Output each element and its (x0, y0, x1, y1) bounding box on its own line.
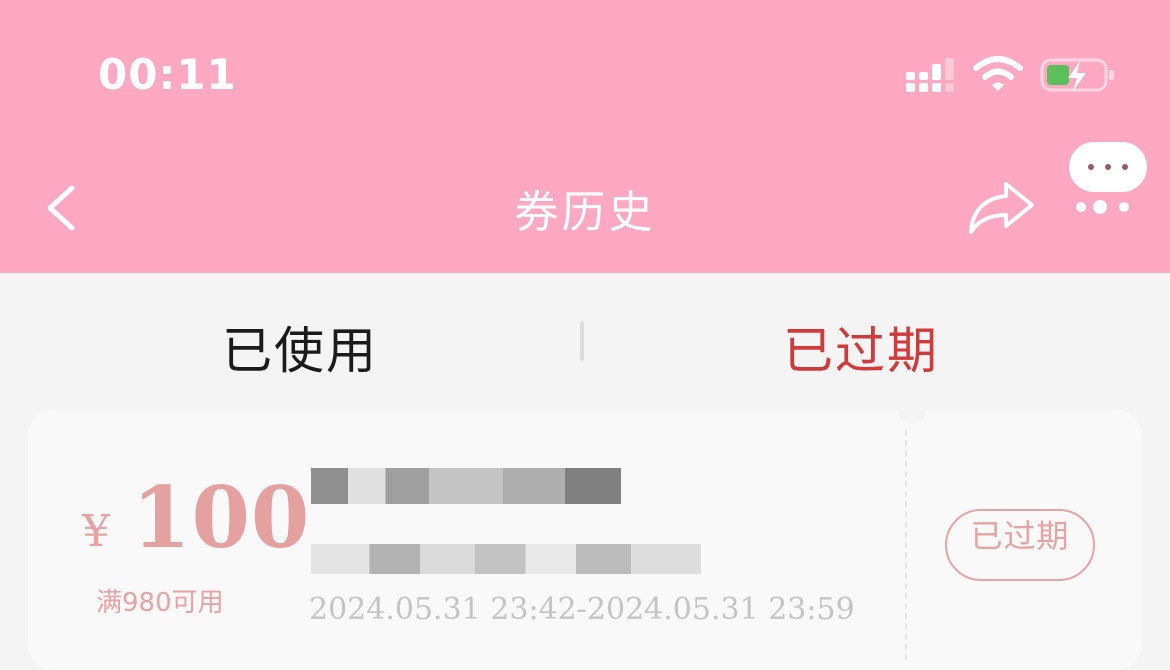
tab-bar: 已使用 已过期 (0, 273, 1170, 413)
coupon-amount: 100 (132, 468, 311, 567)
coupon-validity: 2024.05.31 23:42-2024.05.31 23:59 (309, 592, 855, 627)
currency-symbol: ¥ (82, 506, 110, 557)
share-icon[interactable] (966, 178, 1038, 236)
tab-divider (580, 321, 584, 361)
signal-icon (906, 58, 954, 92)
coupon-condition: 满980可用 (96, 588, 224, 618)
redacted-coupon-scope (311, 544, 701, 574)
wifi-icon (973, 56, 1023, 91)
redacted-coupon-name (311, 468, 621, 504)
app-header: 00:11 券历史 (0, 0, 1170, 273)
tab-expired[interactable]: 已过期 (783, 311, 939, 383)
status-time: 00:11 (98, 50, 237, 99)
status-badge: 已过期 (945, 509, 1095, 581)
battery-icon (1040, 58, 1114, 92)
coupon-perforation (905, 430, 907, 660)
tab-used[interactable]: 已使用 (222, 311, 378, 383)
coupon-card[interactable]: ¥ 100 满980可用 2024.05.31 23:42-2024.05.31… (28, 396, 1142, 670)
coupon-notch (898, 396, 926, 424)
more-icon[interactable] (1067, 140, 1149, 218)
